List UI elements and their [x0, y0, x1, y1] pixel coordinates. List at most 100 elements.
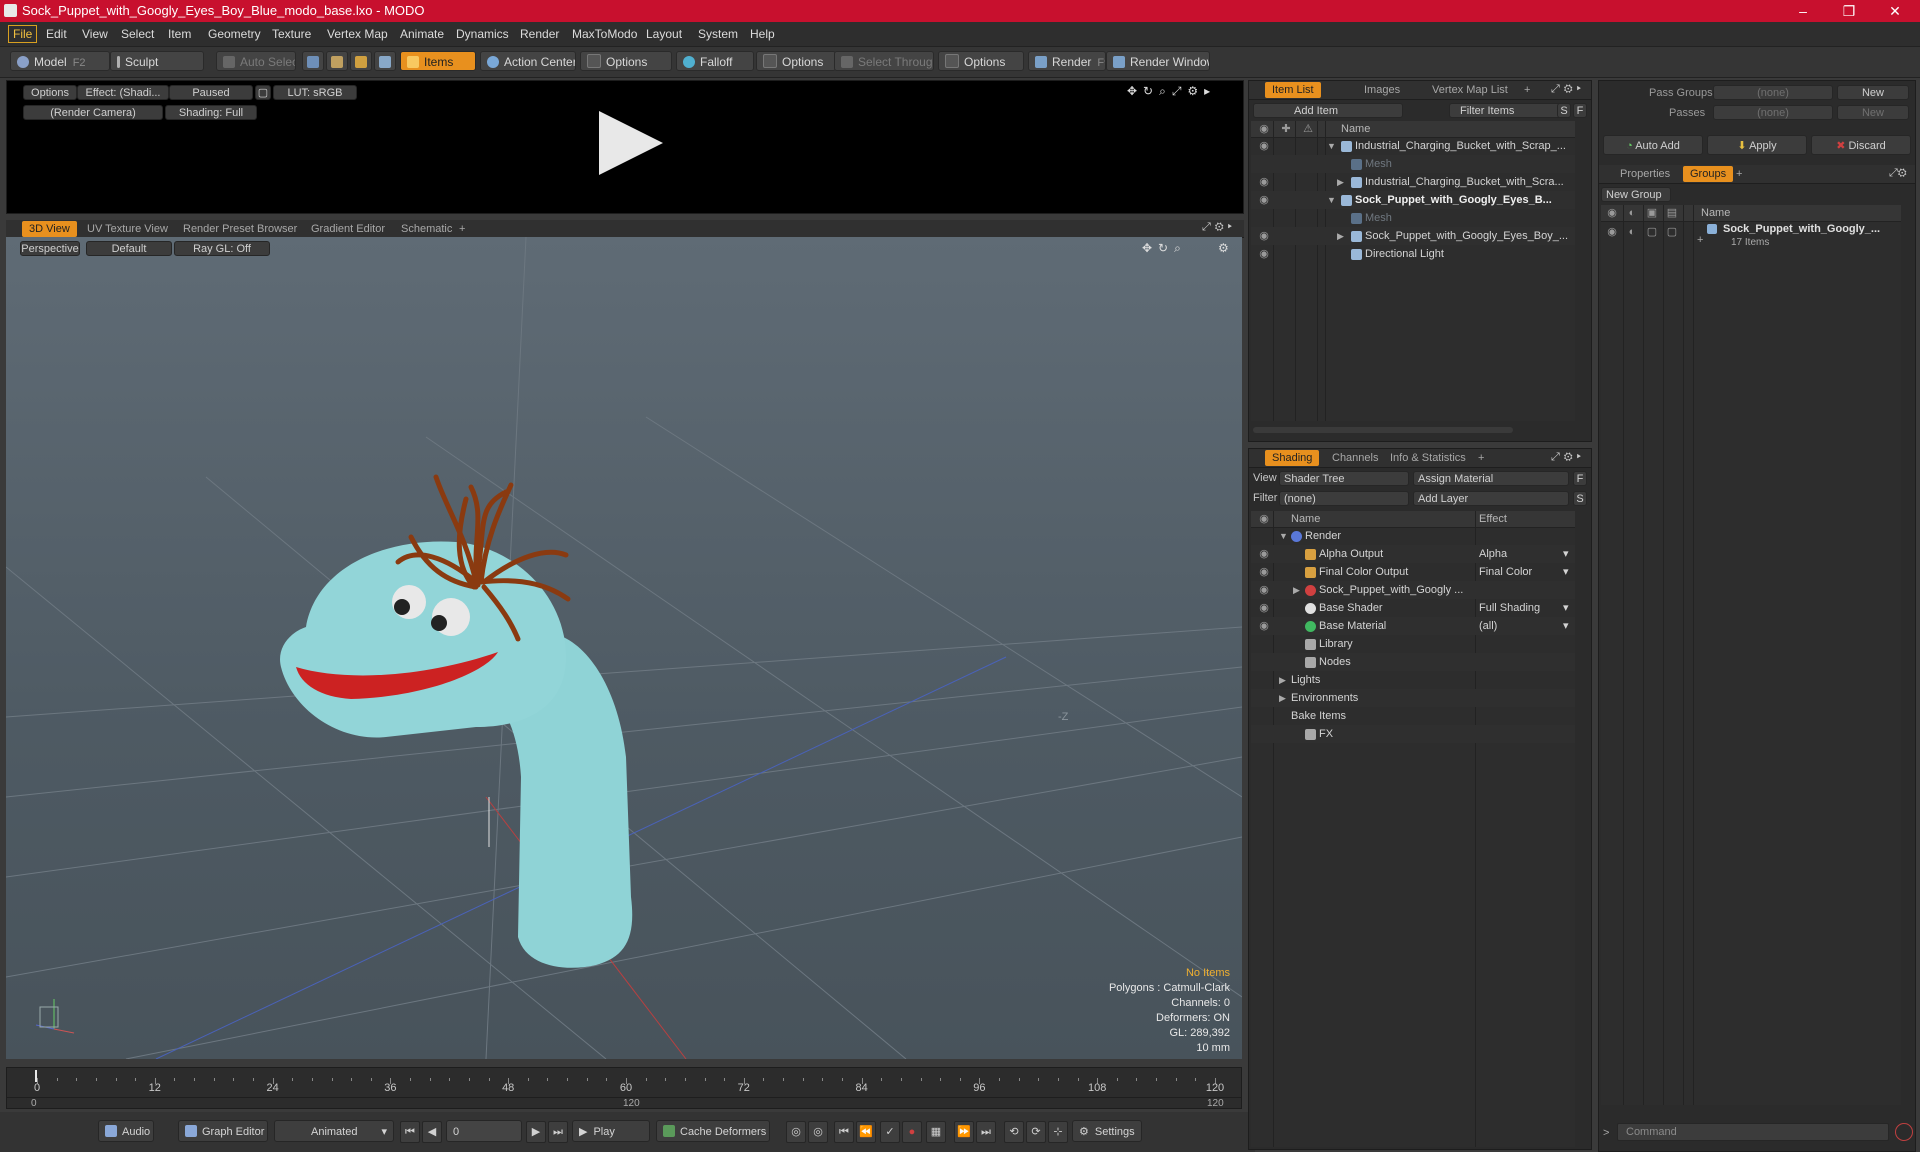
cache-deformers-button[interactable]: Cache Deformers: [656, 1120, 770, 1142]
sock-puppet-model[interactable]: [6, 237, 1242, 1059]
menu-render[interactable]: Render: [516, 26, 563, 42]
materials-mode-button[interactable]: [374, 51, 396, 71]
auto-select-button[interactable]: Auto Select: [216, 51, 296, 71]
menu-view[interactable]: View: [78, 26, 112, 42]
visibility-eye-icon[interactable]: ◉: [1255, 227, 1273, 245]
shader-row[interactable]: ▶ Lights: [1251, 671, 1575, 689]
expand-arrow-icon[interactable]: ▶: [1337, 227, 1344, 245]
key-icon[interactable]: ◎: [786, 1121, 806, 1143]
dropdown-arrow-icon[interactable]: ▾: [1563, 599, 1569, 617]
panel-menu-icons[interactable]: ⤢⚙▸: [1551, 83, 1585, 96]
default-style-dropdown[interactable]: Default: [86, 241, 172, 256]
tab-shading[interactable]: Shading: [1265, 450, 1320, 466]
shader-row[interactable]: ▶ Environments: [1251, 689, 1575, 707]
bounce-icon[interactable]: ⟳: [1026, 1121, 1046, 1143]
item-row[interactable]: Mesh: [1251, 155, 1575, 173]
item-row[interactable]: ◉ ▶ Sock_Puppet_with_Googly_Eyes_Boy_...: [1251, 227, 1575, 245]
shading-filter-dropdown[interactable]: (none): [1279, 491, 1409, 506]
command-record-icon[interactable]: [1895, 1123, 1913, 1141]
tab-uv-texture-view[interactable]: UV Texture View: [80, 221, 175, 237]
action-center-button[interactable]: Action Center: [480, 51, 576, 71]
shader-row[interactable]: ◉ Base Shader Full Shading ▾: [1251, 599, 1575, 617]
auto-add-button[interactable]: ◔ Auto Add: [1603, 135, 1703, 155]
group-render-icon[interactable]: ◐: [1623, 223, 1641, 241]
snap-icon[interactable]: ⊹: [1048, 1121, 1068, 1143]
tab-schematic[interactable]: Schematic: [394, 221, 459, 237]
shading-dropdown[interactable]: Shading: Full: [165, 105, 257, 120]
settings-button[interactable]: ⚙ Settings: [1072, 1120, 1142, 1142]
assign-material-input[interactable]: Assign Material: [1413, 471, 1569, 486]
close-button[interactable]: ✕: [1872, 0, 1918, 22]
key-filter-icon[interactable]: ✓: [880, 1121, 900, 1143]
tab-3d-view[interactable]: 3D View: [22, 221, 77, 237]
visibility-eye-icon[interactable]: ◉: [1255, 581, 1273, 599]
visibility-eye-icon[interactable]: ◉: [1255, 245, 1273, 263]
shader-effect-dropdown[interactable]: Full Shading: [1479, 599, 1540, 617]
tab-images[interactable]: Images: [1357, 82, 1407, 98]
items-mode-button[interactable]: Items: [400, 51, 476, 71]
go-to-end-button[interactable]: ⏭: [548, 1121, 568, 1143]
model-mode-button[interactable]: Model F2: [10, 51, 110, 71]
shader-effect-dropdown[interactable]: (all): [1479, 617, 1497, 635]
menu-help[interactable]: Help: [746, 26, 779, 42]
panel-menu-icons[interactable]: ⤢⚙▸: [1551, 451, 1585, 464]
tab-gradient-editor[interactable]: Gradient Editor: [304, 221, 392, 237]
step-forward-icon[interactable]: ⏩: [954, 1121, 974, 1143]
viewport-nav-icons[interactable]: ✥↻⌕: [1142, 241, 1187, 256]
visibility-eye-icon[interactable]: ◉: [1255, 599, 1273, 617]
shader-effect-dropdown[interactable]: Alpha: [1479, 545, 1507, 563]
visibility-eye-icon[interactable]: ◉: [1255, 617, 1273, 635]
sculpt-mode-button[interactable]: Sculpt: [110, 51, 204, 71]
assign-f-toggle[interactable]: F: [1573, 471, 1587, 486]
add-layer-dropdown[interactable]: Add Layer: [1413, 491, 1569, 506]
visibility-eye-icon[interactable]: ◉: [1255, 137, 1273, 155]
shader-row[interactable]: Bake Items: [1251, 707, 1575, 725]
view-tab-menu-icons[interactable]: ⤢⚙▸: [1202, 221, 1236, 234]
item-row[interactable]: ◉ ▼ Sock_Puppet_with_Googly_Eyes_B...: [1251, 191, 1575, 209]
add-tab-button[interactable]: +: [1517, 82, 1537, 98]
collapse-arrow-icon[interactable]: ▼: [1279, 527, 1288, 545]
groups-panel-menu-icon[interactable]: ⤢⚙: [1889, 167, 1907, 180]
new-group-button[interactable]: New Group: [1601, 187, 1671, 202]
expand-arrow-icon[interactable]: ▶: [1279, 689, 1286, 707]
next-keyframe-icon[interactable]: ⏭: [976, 1121, 996, 1143]
shader-row[interactable]: ◉ Alpha Output Alpha ▾: [1251, 545, 1575, 563]
select-through-options-button[interactable]: Options: [938, 51, 1024, 71]
loop-icon[interactable]: ⟲: [1004, 1121, 1024, 1143]
dropdown-arrow-icon[interactable]: ▾: [1563, 617, 1569, 635]
add-tab-button[interactable]: +: [1729, 166, 1749, 182]
3d-viewport[interactable]: Perspective Default Ray GL: Off ✥↻⌕ ⚙ -Z…: [6, 237, 1242, 1059]
menu-item[interactable]: Item: [164, 26, 195, 42]
pass-groups-dropdown[interactable]: (none): [1713, 85, 1833, 100]
filter-s-toggle[interactable]: S: [1557, 103, 1571, 118]
menu-maxtomodo[interactable]: MaxToModo: [568, 26, 641, 42]
item-row[interactable]: ◉ Directional Light: [1251, 245, 1575, 263]
animated-dropdown[interactable]: Animated ▾: [274, 1120, 394, 1142]
menu-animate[interactable]: Animate: [396, 26, 448, 42]
filter-items-input[interactable]: Filter Items: [1449, 103, 1561, 118]
group-visibility-icon[interactable]: ◉: [1603, 223, 1621, 241]
menu-select[interactable]: Select: [117, 26, 158, 42]
collapse-arrow-icon[interactable]: ▼: [1327, 137, 1336, 155]
menu-file[interactable]: File: [8, 25, 38, 43]
play-button[interactable]: ▶ Play: [572, 1120, 650, 1142]
dropdown-arrow-icon[interactable]: ▾: [1563, 563, 1569, 581]
menu-edit[interactable]: Edit: [42, 26, 71, 42]
preview-effect-dropdown[interactable]: Effect: (Shadi...: [77, 85, 169, 100]
group-lock-checkbox[interactable]: ▢: [1643, 223, 1661, 241]
auto-key-icon[interactable]: ◎: [808, 1121, 828, 1143]
item-row[interactable]: ◉ ▶ Industrial_Charging_Bucket_with_Scra..…: [1251, 173, 1575, 191]
audio-button[interactable]: Audio: [98, 1120, 154, 1142]
add-tab-button[interactable]: +: [452, 221, 472, 237]
add-item-dropdown[interactable]: Add Item: [1253, 103, 1403, 118]
menu-texture[interactable]: Texture: [268, 26, 315, 42]
menu-vertex-map[interactable]: Vertex Map: [323, 26, 392, 42]
tab-info-statistics[interactable]: Info & Statistics: [1383, 450, 1473, 466]
step-back-icon[interactable]: ⏪: [856, 1121, 876, 1143]
raygl-toggle[interactable]: Ray GL: Off: [174, 241, 270, 256]
shader-row[interactable]: ▼ Render: [1251, 527, 1575, 545]
new-pass-button[interactable]: New: [1837, 105, 1909, 120]
shader-row[interactable]: FX: [1251, 725, 1575, 743]
discard-button[interactable]: ✖ Discard: [1811, 135, 1911, 155]
prev-keyframe-icon[interactable]: ⏮: [834, 1121, 854, 1143]
